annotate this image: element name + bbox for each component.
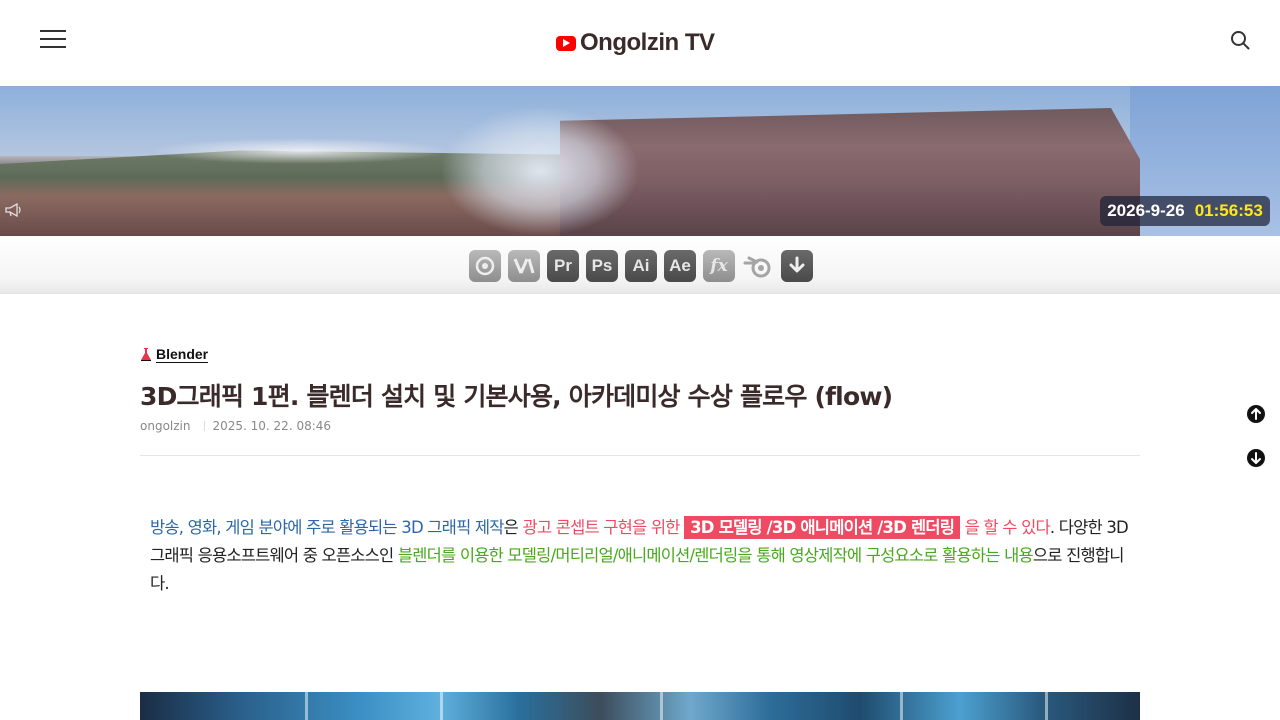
paragraph-green-text: 블렌더를 이용한 모델링/머티리얼/애니메이션/렌더링을 통해 영상제작에 구성… [397, 546, 1034, 565]
blender-icon[interactable] [742, 250, 774, 282]
scroll-controls [1246, 404, 1266, 470]
site-header: Ongolzin TV [0, 0, 1280, 86]
youtube-play-icon [556, 35, 576, 51]
post-meta: ongolzin 2025. 10. 22. 08:46 [140, 419, 331, 433]
scroll-up-icon[interactable] [1246, 404, 1266, 424]
paragraph-highlight: 3D 모델링 /3D 애니메이션 /3D 렌더링 [684, 516, 961, 539]
paragraph-blue-text: 방송, 영화, 게임 분야에 주로 활용되는 3D 그래픽 제작 [150, 518, 504, 537]
post-title: 3D그래픽 1편. 블렌더 설치 및 기본사용, 아카데미상 수상 플로우 (f… [140, 382, 893, 411]
current-date: 2026-9-26 [1107, 201, 1185, 220]
illustrator-icon[interactable]: Ai [625, 250, 657, 282]
post-category[interactable]: Blender [140, 346, 209, 363]
software-toolbar: Pr Ps Ai Ae fx [0, 236, 1280, 294]
current-time: 01:56:53 [1194, 201, 1263, 220]
post-image [140, 692, 1140, 720]
flask-icon [141, 348, 151, 361]
post-date: 2025. 10. 22. 08:46 [212, 419, 332, 433]
search-icon[interactable] [1230, 30, 1250, 50]
hero-banner-image [0, 86, 1280, 236]
post-author[interactable]: ongolzin [140, 419, 190, 433]
download-icon[interactable] [781, 250, 813, 282]
post-paragraph: 방송, 영화, 게임 분야에 주로 활용되는 3D 그래픽 제작은 광고 콘셉트… [150, 514, 1130, 598]
category-label: Blender [156, 346, 209, 363]
title-divider [140, 455, 1140, 456]
paragraph-text: 은 [503, 518, 523, 537]
meta-separator [204, 421, 206, 431]
logo-text: Ongolzin TV [580, 29, 715, 56]
site-logo[interactable]: Ongolzin TV [556, 29, 715, 57]
photoshop-icon[interactable]: Ps [586, 250, 618, 282]
davinci-resolve-icon[interactable] [469, 250, 501, 282]
premiere-icon[interactable]: Pr [547, 250, 579, 282]
hamburger-menu-icon[interactable] [40, 30, 66, 48]
paragraph-red-text: 광고 콘셉트 구현을 위한 [522, 518, 680, 537]
paragraph-red-text-2: 을 할 수 있다 [960, 518, 1051, 537]
date-time-badge: 2026-9-26 01:56:53 [1100, 196, 1270, 226]
megaphone-icon[interactable] [5, 202, 23, 218]
effects-icon[interactable]: fx [703, 250, 735, 282]
scroll-down-icon[interactable] [1246, 448, 1266, 468]
after-effects-icon[interactable]: Ae [664, 250, 696, 282]
vegas-icon[interactable] [508, 250, 540, 282]
